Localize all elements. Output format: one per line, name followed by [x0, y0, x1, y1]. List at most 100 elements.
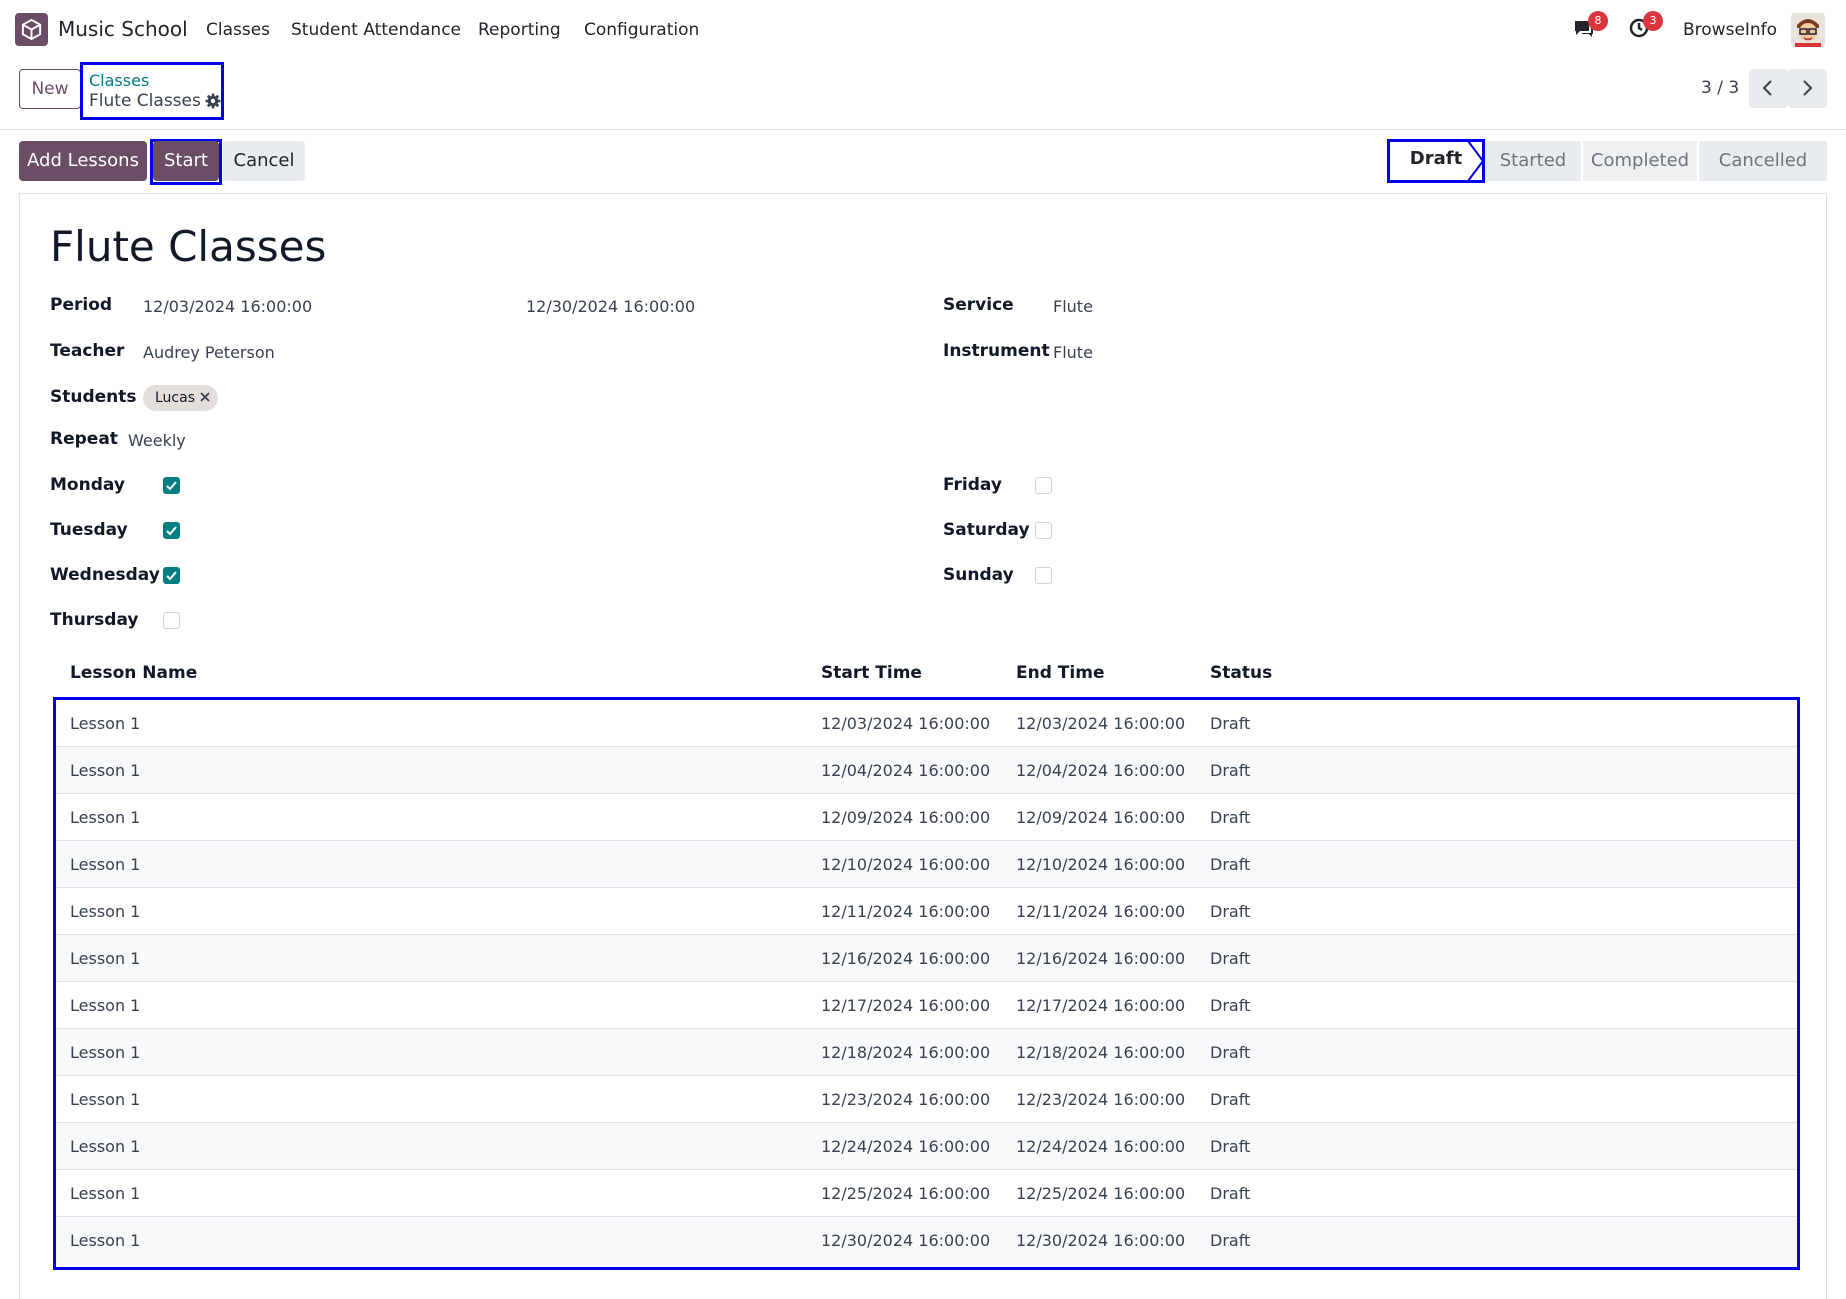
end-time-cell: 12/04/2024 16:00:00	[1016, 761, 1186, 780]
start-time-cell: 12/10/2024 16:00:00	[821, 855, 991, 874]
menu-configuration[interactable]: Configuration	[584, 20, 699, 40]
period-end-field[interactable]: 12/30/2024 16:00:00	[526, 297, 695, 316]
company-switcher[interactable]: BrowseInfo	[1683, 20, 1777, 40]
table-row[interactable]: Lesson 1 12/03/2024 16:00:00 12/03/2024 …	[56, 700, 1797, 747]
lesson-name-cell: Lesson 1	[70, 902, 141, 921]
lesson-name-cell: Lesson 1	[70, 1184, 141, 1203]
new-button[interactable]: New	[19, 69, 81, 109]
menu-student-attendance[interactable]: Student Attendance	[291, 20, 461, 40]
status-cell: Draft	[1210, 1137, 1251, 1156]
status-cell: Draft	[1210, 1090, 1251, 1109]
thursday-checkbox[interactable]	[163, 612, 180, 629]
activities-badge: 3	[1643, 11, 1663, 31]
table-row[interactable]: Lesson 1 12/10/2024 16:00:00 12/10/2024 …	[56, 841, 1797, 888]
breadcrumb-classes-link[interactable]: Classes	[89, 71, 221, 90]
start-time-cell: 12/03/2024 16:00:00	[821, 714, 991, 733]
lesson-name-cell: Lesson 1	[70, 761, 141, 780]
status-bar: Add Lessons Start Cancel Draft Started C…	[0, 130, 1846, 192]
table-row[interactable]: Lesson 1 12/25/2024 16:00:00 12/25/2024 …	[56, 1170, 1797, 1217]
friday-label: Friday	[943, 475, 1002, 495]
table-row[interactable]: Lesson 1 12/11/2024 16:00:00 12/11/2024 …	[56, 888, 1797, 935]
saturday-label: Saturday	[943, 520, 1030, 540]
menu-reporting[interactable]: Reporting	[478, 20, 561, 40]
menu-classes[interactable]: Classes	[206, 20, 270, 40]
teacher-field[interactable]: Audrey Peterson	[143, 343, 275, 362]
table-row[interactable]: Lesson 1 12/30/2024 16:00:00 12/30/2024 …	[56, 1217, 1797, 1264]
breadcrumb-current-label: Flute Classes	[89, 91, 201, 111]
status-cell: Draft	[1210, 1184, 1251, 1203]
lesson-name-cell: Lesson 1	[70, 1043, 141, 1062]
friday-checkbox[interactable]	[1035, 477, 1052, 494]
stage-started[interactable]: Started	[1485, 141, 1581, 181]
end-time-cell: 12/17/2024 16:00:00	[1016, 996, 1186, 1015]
lesson-name-cell: Lesson 1	[70, 808, 141, 827]
tuesday-label: Tuesday	[50, 520, 128, 540]
table-row[interactable]: Lesson 1 12/09/2024 16:00:00 12/09/2024 …	[56, 794, 1797, 841]
student-tag[interactable]: Lucas	[143, 385, 218, 411]
start-time-cell: 12/11/2024 16:00:00	[821, 902, 991, 921]
service-field[interactable]: Flute	[1053, 297, 1093, 316]
col-end-time[interactable]: End Time	[1016, 663, 1104, 683]
status-cell: Draft	[1210, 714, 1251, 733]
end-time-cell: 12/03/2024 16:00:00	[1016, 714, 1186, 733]
end-time-cell: 12/25/2024 16:00:00	[1016, 1184, 1186, 1203]
tuesday-checkbox[interactable]	[163, 522, 180, 539]
stage-completed[interactable]: Completed	[1583, 141, 1697, 181]
col-status[interactable]: Status	[1210, 663, 1272, 683]
status-cell: Draft	[1210, 949, 1251, 968]
stage-arrow	[1467, 140, 1485, 182]
sunday-checkbox[interactable]	[1035, 567, 1052, 584]
service-label: Service	[943, 295, 1014, 315]
gear-icon[interactable]	[205, 93, 221, 115]
end-time-cell: 12/18/2024 16:00:00	[1016, 1043, 1186, 1062]
table-row[interactable]: Lesson 1 12/04/2024 16:00:00 12/04/2024 …	[56, 747, 1797, 794]
pager-previous-button[interactable]	[1749, 69, 1788, 108]
end-time-cell: 12/16/2024 16:00:00	[1016, 949, 1186, 968]
lesson-name-cell: Lesson 1	[70, 714, 141, 733]
status-cell: Draft	[1210, 855, 1251, 874]
app-name[interactable]: Music School	[58, 17, 188, 41]
start-button[interactable]: Start	[153, 141, 219, 181]
table-row[interactable]: Lesson 1 12/18/2024 16:00:00 12/18/2024 …	[56, 1029, 1797, 1076]
cancel-button[interactable]: Cancel	[223, 141, 305, 181]
status-cell: Draft	[1210, 808, 1251, 827]
status-cell: Draft	[1210, 761, 1251, 780]
end-time-cell: 12/30/2024 16:00:00	[1016, 1231, 1186, 1250]
students-label: Students	[50, 387, 137, 407]
add-lessons-button[interactable]: Add Lessons	[19, 141, 147, 181]
instrument-field[interactable]: Flute	[1053, 343, 1093, 362]
end-time-cell: 12/23/2024 16:00:00	[1016, 1090, 1186, 1109]
lesson-name-cell: Lesson 1	[70, 1090, 141, 1109]
table-row[interactable]: Lesson 1 12/16/2024 16:00:00 12/16/2024 …	[56, 935, 1797, 982]
app-logo-icon[interactable]	[15, 13, 48, 46]
remove-tag-icon[interactable]	[200, 385, 210, 411]
col-lesson-name[interactable]: Lesson Name	[70, 663, 197, 683]
table-row[interactable]: Lesson 1 12/23/2024 16:00:00 12/23/2024 …	[56, 1076, 1797, 1123]
table-row[interactable]: Lesson 1 12/17/2024 16:00:00 12/17/2024 …	[56, 982, 1797, 1029]
pager-value[interactable]: 3 / 3	[1701, 78, 1739, 98]
thursday-label: Thursday	[50, 610, 139, 630]
start-time-cell: 12/24/2024 16:00:00	[821, 1137, 991, 1156]
breadcrumb-current: Flute Classes	[89, 90, 221, 115]
record-title: Flute Classes	[50, 222, 327, 271]
instrument-label: Instrument	[943, 341, 1050, 361]
user-avatar[interactable]	[1791, 13, 1825, 47]
period-start-field[interactable]: 12/03/2024 16:00:00	[143, 297, 312, 316]
end-time-cell: 12/10/2024 16:00:00	[1016, 855, 1186, 874]
end-time-cell: 12/24/2024 16:00:00	[1016, 1137, 1186, 1156]
end-time-cell: 12/09/2024 16:00:00	[1016, 808, 1186, 827]
start-time-cell: 12/30/2024 16:00:00	[821, 1231, 991, 1250]
pager-next-button[interactable]	[1788, 69, 1827, 108]
lesson-name-cell: Lesson 1	[70, 996, 141, 1015]
col-start-time[interactable]: Start Time	[821, 663, 922, 683]
saturday-checkbox[interactable]	[1035, 522, 1052, 539]
repeat-field[interactable]: Weekly	[128, 431, 186, 450]
stage-cancelled[interactable]: Cancelled	[1699, 141, 1827, 181]
start-time-cell: 12/17/2024 16:00:00	[821, 996, 991, 1015]
table-row[interactable]: Lesson 1 12/24/2024 16:00:00 12/24/2024 …	[56, 1123, 1797, 1170]
lessons-table: Lesson 1 12/03/2024 16:00:00 12/03/2024 …	[53, 697, 1800, 1270]
monday-label: Monday	[50, 475, 125, 495]
monday-checkbox[interactable]	[163, 477, 180, 494]
status-cell: Draft	[1210, 1043, 1251, 1062]
wednesday-checkbox[interactable]	[163, 567, 180, 584]
